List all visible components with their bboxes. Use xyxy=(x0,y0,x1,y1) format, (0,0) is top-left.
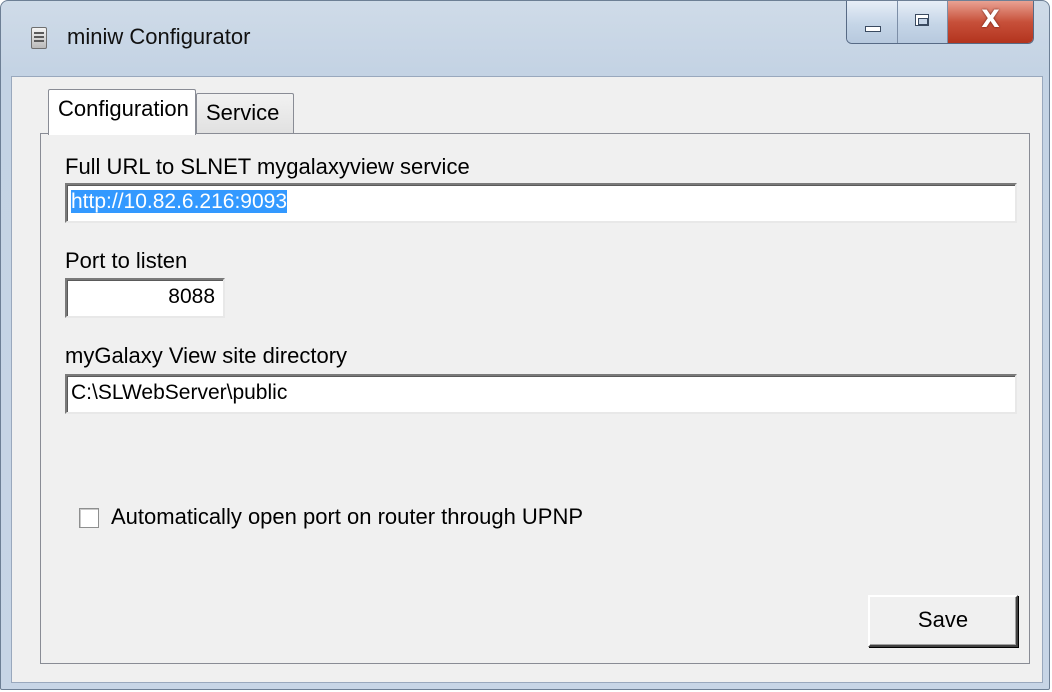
url-value: http://10.82.6.216:9093 xyxy=(71,190,288,213)
url-input[interactable]: http://10.82.6.216:9093 xyxy=(65,183,1017,223)
save-button[interactable]: Save xyxy=(868,595,1018,647)
port-label: Port to listen xyxy=(65,248,188,273)
close-icon: X xyxy=(981,5,1000,33)
window-title: miniw Configurator xyxy=(67,24,251,49)
url-label: Full URL to SLNET mygalaxyview service xyxy=(65,154,470,179)
configurator-window: miniw Configurator X Configuration Servi… xyxy=(0,0,1050,690)
configuration-panel: Full URL to SLNET mygalaxyview service h… xyxy=(40,133,1030,664)
upnp-checkbox[interactable] xyxy=(79,508,99,528)
maximize-button[interactable] xyxy=(897,1,947,43)
title-bar[interactable]: miniw Configurator X xyxy=(1,1,1049,76)
port-input[interactable]: 8088 xyxy=(65,278,225,318)
client-area: Configuration Service Full URL to SLNET … xyxy=(11,76,1043,683)
tab-service[interactable]: Service xyxy=(196,93,294,135)
upnp-label[interactable]: Automatically open port on router throug… xyxy=(111,504,583,530)
minimize-button[interactable] xyxy=(847,1,897,43)
close-button[interactable]: X xyxy=(947,1,1033,43)
caption-buttons: X xyxy=(846,1,1034,44)
tab-configuration[interactable]: Configuration xyxy=(48,89,196,135)
minimize-icon xyxy=(865,26,881,32)
site-directory-label: myGalaxy View site directory xyxy=(65,343,348,368)
app-document-icon xyxy=(31,27,47,49)
maximize-icon xyxy=(915,14,929,26)
site-directory-input[interactable]: C:\SLWebServer\public xyxy=(65,374,1017,414)
